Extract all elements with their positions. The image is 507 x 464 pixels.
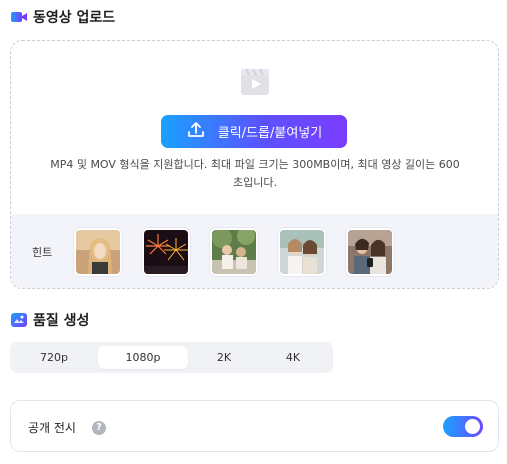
people-outdoors-thumbnail[interactable] — [210, 228, 258, 276]
upload-info-line-1: MP4 및 MOV 형식을 지원합니다. 최대 파일 크기는 300MB이며, … — [50, 158, 460, 171]
couple-with-phone-thumbnail[interactable] — [346, 228, 394, 276]
upload-title-text: 동영상 업로드 — [33, 10, 116, 26]
woman-portrait-thumbnail[interactable] — [74, 228, 122, 276]
fireworks-thumbnail[interactable] — [142, 228, 190, 276]
quality-option-1080p[interactable]: 1080p — [98, 346, 188, 369]
public-display-label: 공개 전시 — [28, 421, 76, 435]
upload-section-title: 동영상 업로드 — [11, 7, 115, 27]
upload-info-line-2: 초입니다. — [233, 176, 277, 189]
quality-selector: 720p 1080p 2K 4K — [10, 342, 333, 373]
upload-button[interactable]: 클릭/드롭/붙여넣기 — [161, 115, 347, 148]
upload-info-text: MP4 및 MOV 형식을 지원합니다. 최대 파일 크기는 300MB이며, … — [21, 156, 489, 192]
video-camera-icon — [11, 10, 27, 24]
two-women-thumbnail[interactable] — [278, 228, 326, 276]
upload-icon — [186, 120, 206, 144]
upload-dropzone[interactable]: 클릭/드롭/붙여넣기 MP4 및 MOV 형식을 지원합니다. 최대 파일 크기… — [10, 40, 499, 289]
hint-label: 힌트 — [32, 246, 53, 259]
quality-title-text: 품질 생성 — [33, 313, 90, 329]
quality-option-2k[interactable]: 2K — [192, 346, 256, 369]
quality-option-4k[interactable]: 4K — [260, 346, 326, 369]
question-icon[interactable]: ? — [92, 421, 106, 435]
hint-bar: 힌트 — [11, 214, 498, 288]
video-file-icon — [240, 68, 270, 96]
sparkle-image-icon — [11, 313, 27, 327]
toggle-knob — [465, 419, 480, 434]
upload-button-label: 클릭/드롭/붙여넣기 — [217, 126, 323, 141]
public-display-toggle[interactable] — [443, 416, 483, 437]
public-display-row: 공개 전시 ? — [10, 400, 499, 452]
quality-option-720p[interactable]: 720p — [14, 346, 94, 369]
quality-section-title: 품질 생성 — [11, 310, 89, 330]
